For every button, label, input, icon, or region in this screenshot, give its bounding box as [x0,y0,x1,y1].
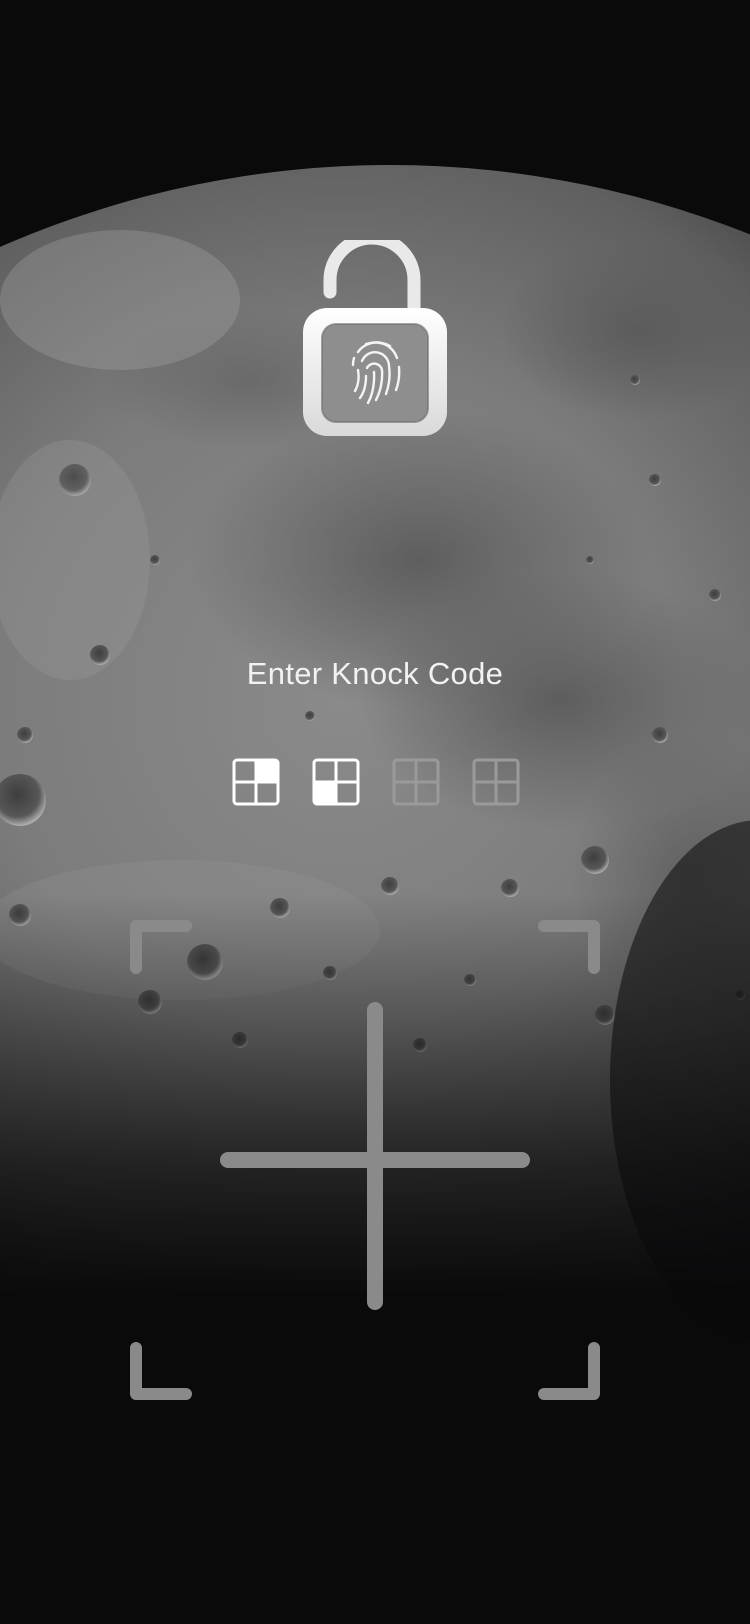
knock-pad-quadrant-bottom-left[interactable] [136,1160,375,1394]
knock-code-pad[interactable] [120,910,630,1410]
knock-pad-quadrant-bottom-right[interactable] [375,1160,594,1394]
knock-entry-indicator-3 [392,758,440,806]
knock-code-progress [230,758,520,808]
knock-entry-indicator-4 [472,758,520,806]
knock-pad-quadrant-top-left[interactable] [136,926,375,1160]
knock-entry-indicator-1 [232,758,280,806]
knock-pad-quadrant-top-right[interactable] [375,926,594,1160]
knock-pad-guides [130,920,600,1400]
knock-code-prompt: Enter Knock Code [246,656,504,691]
knock-entry-indicator-2 [312,758,360,806]
unlocked-padlock-fingerprint-icon [303,240,447,436]
lock-screen: Enter Knock Code [0,0,750,1624]
